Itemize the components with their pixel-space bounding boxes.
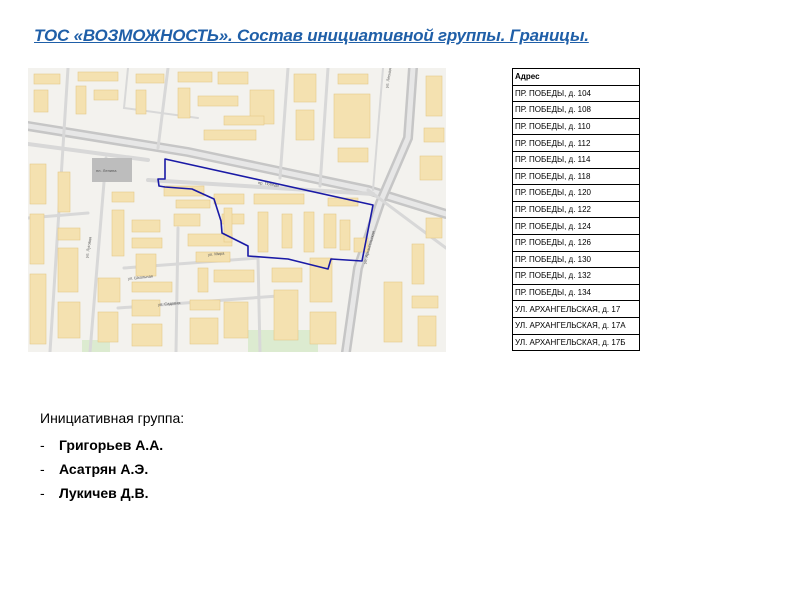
table-row: УЛ. АРХАНГЕЛЬСКАЯ, д. 17А (512, 316, 640, 335)
group-heading: Инициативная группа: (40, 410, 185, 426)
address-cell: ПР. ПОБЕДЫ, д. 118 (512, 167, 640, 186)
table-row: ПР. ПОБЕДЫ, д. 112 (512, 134, 640, 152)
address-cell: ПР. ПОБЕДЫ, д. 108 (512, 101, 640, 119)
address-cell: ПР. ПОБЕДЫ, д. 124 (512, 217, 640, 235)
table-row: ПР. ПОБЕДЫ, д. 130 (512, 250, 640, 269)
address-cell: ПР. ПОБЕДЫ, д. 110 (512, 117, 640, 136)
slide-title: ТОС «ВОЗМОЖНОСТЬ». Состав инициативной г… (34, 26, 589, 45)
address-cell: ПР. ПОБЕДЫ, д. 120 (512, 184, 640, 202)
list-item: - Григорьев А.А. (40, 434, 184, 458)
table-row: ПР. ПОБЕДЫ, д. 110 (512, 117, 640, 136)
address-cell: ПР. ПОБЕДЫ, д. 132 (512, 267, 640, 285)
address-cell: ПР. ПОБЕДЫ, д. 112 (512, 134, 640, 152)
table-row: ПР. ПОБЕДЫ, д. 108 (512, 101, 640, 119)
map-image: пл. Ленина пр. Победы ул. Архангельская … (28, 68, 446, 352)
table-row: ПР. ПОБЕДЫ, д. 126 (512, 233, 640, 252)
table-row: ПР. ПОБЕДЫ, д. 114 (512, 150, 640, 169)
table-row: ПР. ПОБЕДЫ, д. 134 (512, 283, 640, 302)
bullet-dash: - (40, 485, 45, 501)
member-list: - Григорьев А.А. - Асатрян А.Э. - Лукичев Д… (40, 434, 184, 506)
table-row: ПР. ПОБЕДЫ, д. 120 (512, 184, 640, 202)
table-header-row: Адрес (512, 68, 640, 86)
address-cell: ПР. ПОБЕДЫ, д. 104 (512, 84, 640, 103)
table-row: ПР. ПОБЕДЫ, д. 132 (512, 267, 640, 285)
list-item: - Асатрян А.Э. (40, 458, 184, 482)
map-svg: пл. Ленина пр. Победы ул. Архангельская … (28, 68, 446, 352)
label-square: пл. Ленина (96, 168, 117, 173)
address-cell: ПР. ПОБЕДЫ, д. 122 (512, 200, 640, 219)
member-name: Асатрян А.Э. (59, 461, 149, 477)
bullet-dash: - (40, 437, 45, 453)
address-cell: ПР. ПОБЕДЫ, д. 114 (512, 150, 640, 169)
address-cell: УЛ. АРХАНГЕЛЬСКАЯ, д. 17А (512, 316, 640, 335)
table-row: ПР. ПОБЕДЫ, д. 122 (512, 200, 640, 219)
address-cell: УЛ. АРХАНГЕЛЬСКАЯ, д. 17Б (512, 333, 640, 352)
table-row: ПР. ПОБЕДЫ, д. 124 (512, 217, 640, 235)
column-header-address: Адрес (512, 68, 640, 86)
address-cell: ПР. ПОБЕДЫ, д. 126 (512, 233, 640, 252)
initiative-group: Инициативная группа: - Григорьев А.А. - Ас… (40, 410, 184, 506)
member-name: Лукичев Д.В. (59, 485, 149, 501)
table-row: ПР. ПОБЕДЫ, д. 118 (512, 167, 640, 186)
list-item: - Лукичев Д.В. (40, 482, 184, 506)
address-cell: УЛ. АРХАНГЕЛЬСКАЯ, д. 17 (512, 300, 640, 318)
address-cell: ПР. ПОБЕДЫ, д. 134 (512, 283, 640, 302)
bullet-dash: - (40, 461, 45, 477)
road (174, 226, 180, 352)
table-row: УЛ. АРХАНГЕЛЬСКАЯ, д. 17Б (512, 333, 640, 352)
road (256, 256, 262, 352)
table-row: ПР. ПОБЕДЫ, д. 104 (512, 84, 640, 103)
member-name: Григорьев А.А. (59, 437, 164, 453)
address-cell: ПР. ПОБЕДЫ, д. 130 (512, 250, 640, 269)
address-table: Адрес ПР. ПОБЕДЫ, д. 104 ПР. ПОБЕДЫ, д. … (512, 68, 640, 352)
table-row: УЛ. АРХАНГЕЛЬСКАЯ, д. 17 (512, 300, 640, 318)
